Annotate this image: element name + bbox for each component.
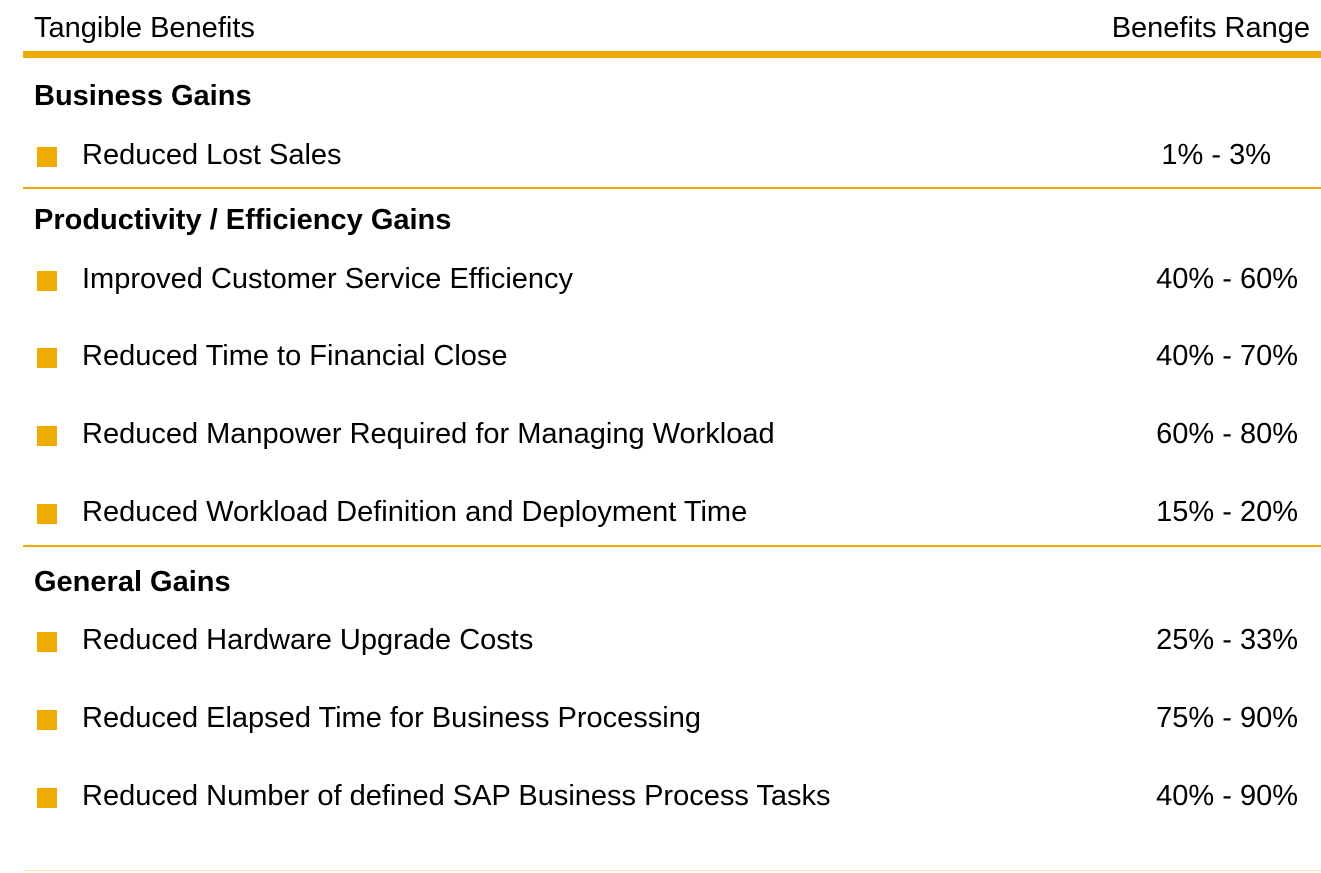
benefit-label: Reduced Number of defined SAP Business P… — [82, 780, 831, 812]
benefit-range: 40% - 70% — [1156, 340, 1298, 372]
table-bottom-divider — [23, 870, 1321, 871]
benefit-range: 15% - 20% — [1156, 496, 1298, 528]
benefit-range: 40% - 90% — [1156, 780, 1298, 812]
section-title-productivity-gains: Productivity / Efficiency Gains — [34, 204, 452, 236]
benefits-table: Tangible Benefits Benefits Range Busines… — [23, 0, 1321, 873]
section-title-business-gains: Business Gains — [34, 80, 252, 112]
benefit-label: Reduced Elapsed Time for Business Proces… — [82, 702, 701, 734]
benefit-range: 25% - 33% — [1156, 624, 1298, 656]
benefit-label: Reduced Workload Definition and Deployme… — [82, 496, 748, 528]
benefit-label: Reduced Hardware Upgrade Costs — [82, 624, 534, 656]
square-bullet-icon — [37, 426, 57, 446]
benefit-label: Reduced Manpower Required for Managing W… — [82, 418, 775, 450]
header-divider — [23, 51, 1321, 58]
square-bullet-icon — [37, 271, 57, 291]
benefits-range-header: Benefits Range — [1111, 12, 1310, 44]
benefit-label: Reduced Time to Financial Close — [82, 340, 508, 372]
benefit-range: 60% - 80% — [1156, 418, 1298, 450]
square-bullet-icon — [37, 788, 57, 808]
benefit-label: Improved Customer Service Efficiency — [82, 263, 574, 295]
square-bullet-icon — [37, 504, 57, 524]
section-divider — [23, 545, 1321, 547]
square-bullet-icon — [37, 147, 57, 167]
square-bullet-icon — [37, 348, 57, 368]
benefit-label: Reduced Lost Sales — [82, 139, 342, 171]
table-header: Tangible Benefits Benefits Range — [23, 0, 1321, 58]
tangible-benefits-header: Tangible Benefits — [34, 12, 255, 44]
square-bullet-icon — [37, 632, 57, 652]
benefit-range: 75% - 90% — [1156, 702, 1298, 734]
benefit-range: 40% - 60% — [1156, 263, 1298, 295]
section-title-general-gains: General Gains — [34, 566, 231, 598]
square-bullet-icon — [37, 710, 57, 730]
section-divider — [23, 187, 1321, 189]
benefit-range: 1% - 3% — [1161, 139, 1271, 171]
